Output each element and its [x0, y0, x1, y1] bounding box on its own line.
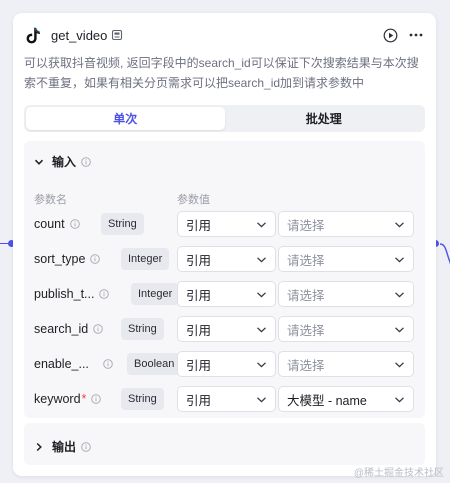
more-options-icon[interactable] [408, 27, 424, 43]
param-row: publish_t... Integer 引用 请选择 [24, 281, 425, 307]
reference-mode-select[interactable]: 引用 [177, 281, 276, 307]
reference-mode-select[interactable]: 引用 [177, 316, 276, 342]
param-name-column-header: 参数名 [34, 194, 67, 206]
input-section-header[interactable]: 输入 [34, 153, 91, 170]
tiktok-logo-icon [24, 26, 42, 44]
param-name: enable_... [34, 351, 113, 377]
info-icon[interactable] [81, 156, 91, 167]
chevron-down-icon [394, 219, 405, 230]
param-row: enable_... Boolean 引用 请选择 [24, 351, 425, 377]
plugin-node-card[interactable]: get_video 可以获取抖音视频, 返回字段中的search_id可以保证下… [13, 13, 436, 476]
tab-batch[interactable]: 批处理 [225, 107, 424, 130]
param-name: search_id [34, 316, 103, 342]
node-description: 可以获取抖音视频, 返回字段中的search_id可以保证下次搜索结果与本次搜索… [24, 56, 419, 90]
param-type-badge: Boolean [127, 353, 182, 375]
param-row: count String 引用 请选择 [24, 211, 425, 237]
param-row: search_id String 引用 请选择 [24, 316, 425, 342]
param-row: sort_type Integer 引用 请选择 [24, 246, 425, 272]
value-select[interactable]: 请选择 [278, 246, 414, 272]
info-icon[interactable] [99, 289, 110, 299]
chevron-down-icon [256, 359, 267, 370]
plugin-tag-icon [111, 29, 123, 41]
chevron-down-icon [394, 359, 405, 370]
info-icon[interactable] [90, 254, 101, 264]
value-select[interactable]: 大模型 - name [278, 386, 414, 412]
info-icon[interactable] [103, 359, 113, 369]
input-section-title: 输入 [52, 155, 77, 169]
watermark: @稀土掘金技术社区 [353, 468, 444, 479]
input-section: 输入 参数名 参数值 count String 引用 请选择 sort_type [24, 141, 425, 418]
mode-tabs: 单次 批处理 [24, 105, 425, 132]
tab-single[interactable]: 单次 [26, 107, 225, 130]
output-section-title: 输出 [52, 440, 77, 454]
value-select[interactable]: 请选择 [278, 211, 414, 237]
param-name: count [34, 211, 80, 237]
chevron-down-icon [394, 254, 405, 265]
chevron-down-icon [256, 219, 267, 230]
outgoing-edge [440, 243, 450, 265]
param-type-badge: String [121, 388, 164, 410]
param-type-badge: String [101, 213, 144, 235]
required-marker: * [81, 392, 87, 406]
chevron-down-icon [256, 324, 267, 335]
param-row: keyword * String 引用 大模型 - name [24, 386, 425, 412]
value-select[interactable]: 请选择 [278, 351, 414, 377]
param-type-badge: String [121, 318, 164, 340]
chevron-down-icon [394, 324, 405, 335]
param-value-column-header: 参数值 [177, 194, 210, 206]
reference-mode-select[interactable]: 引用 [177, 211, 276, 237]
node-header: get_video [24, 24, 424, 46]
param-type-badge: Integer [131, 283, 180, 305]
param-type-badge: Integer [121, 248, 170, 270]
chevron-down-icon [256, 289, 267, 300]
param-name: sort_type [34, 246, 101, 272]
value-select[interactable]: 请选择 [278, 316, 414, 342]
run-test-button[interactable] [382, 27, 398, 43]
info-icon[interactable] [69, 219, 80, 229]
info-icon[interactable] [93, 324, 103, 334]
chevron-down-icon [394, 289, 405, 300]
value-select[interactable]: 请选择 [278, 281, 414, 307]
node-title[interactable]: get_video [51, 28, 107, 43]
chevron-down-icon [34, 157, 44, 167]
chevron-down-icon [394, 394, 405, 405]
chevron-right-icon [34, 442, 44, 452]
param-name: keyword * [34, 386, 102, 412]
info-icon[interactable] [81, 441, 91, 452]
info-icon[interactable] [91, 394, 102, 404]
chevron-down-icon [256, 394, 267, 405]
output-section: 输出 [24, 423, 425, 465]
param-name: publish_t... [34, 281, 110, 307]
reference-mode-select[interactable]: 引用 [177, 351, 276, 377]
output-section-header[interactable]: 输出 [34, 438, 91, 455]
reference-mode-select[interactable]: 引用 [177, 246, 276, 272]
reference-mode-select[interactable]: 引用 [177, 386, 276, 412]
chevron-down-icon [256, 254, 267, 265]
